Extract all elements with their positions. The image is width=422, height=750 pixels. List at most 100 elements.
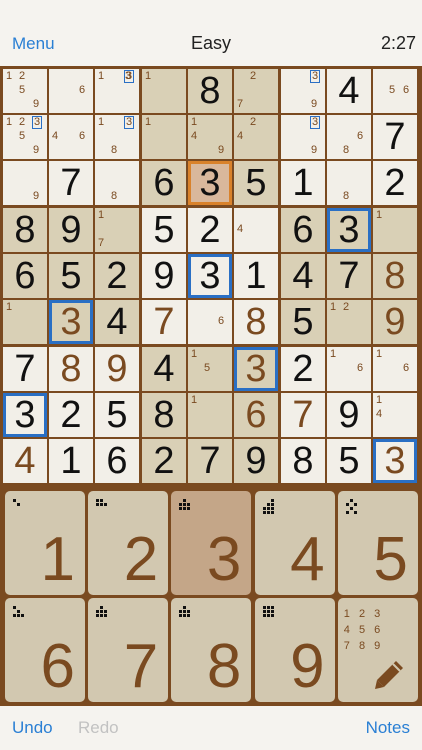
pencil-mark: 2 bbox=[250, 70, 257, 82]
board-cell[interactable]: 3 bbox=[327, 208, 371, 252]
board-cell[interactable]: 7 bbox=[373, 115, 417, 159]
notes-digits: 1 2 3 4 5 6 7 8 9 bbox=[344, 606, 383, 654]
board-cell[interactable]: 2 bbox=[142, 439, 186, 483]
board-cell[interactable]: 4 bbox=[142, 347, 186, 391]
board-cell[interactable]: 7 bbox=[281, 393, 325, 437]
board-cell[interactable]: 3 bbox=[3, 393, 47, 437]
board-cell[interactable]: 9 bbox=[234, 439, 278, 483]
board-cell[interactable]: 6 bbox=[281, 208, 325, 252]
pencil-mark: 4 bbox=[52, 130, 59, 142]
board-cell[interactable]: 7 bbox=[327, 254, 371, 298]
board-cell[interactable]: 15 bbox=[188, 347, 232, 391]
board-cell[interactable]: 12 59 bbox=[3, 69, 47, 113]
board-cell[interactable]: 27 bbox=[234, 69, 278, 113]
board-cell[interactable]: 9 bbox=[373, 300, 417, 344]
board-cell[interactable]: 8 bbox=[142, 393, 186, 437]
board-cell[interactable]: 1 bbox=[3, 300, 47, 344]
board-cell[interactable]: 6 bbox=[3, 254, 47, 298]
board-cell[interactable]: 14 bbox=[373, 393, 417, 437]
board-cell[interactable]: 4 bbox=[327, 69, 371, 113]
board-cell[interactable]: 3 bbox=[373, 439, 417, 483]
board-cell[interactable]: 3 bbox=[49, 300, 93, 344]
board-cell[interactable]: 5 bbox=[327, 439, 371, 483]
number-key-7[interactable]: 7 bbox=[88, 598, 169, 702]
notes-button[interactable]: Notes bbox=[366, 718, 410, 738]
board-cell[interactable]: 8 bbox=[281, 439, 325, 483]
board-cell[interactable]: 5 bbox=[281, 300, 325, 344]
board-cell[interactable]: 2 bbox=[49, 393, 93, 437]
board-cell[interactable]: 9 bbox=[95, 347, 139, 391]
board-cell[interactable]: 7 bbox=[3, 347, 47, 391]
board-cell[interactable]: 7 bbox=[49, 161, 93, 205]
board-cell[interactable]: 4 bbox=[95, 300, 139, 344]
board-cell[interactable]: 6 bbox=[234, 393, 278, 437]
board-cell[interactable]: 3 bbox=[188, 254, 232, 298]
board-cell[interactable]: 1 bbox=[142, 115, 186, 159]
board-cell[interactable]: 6 bbox=[188, 300, 232, 344]
pencil-mark: 9 bbox=[311, 144, 318, 156]
board-cell[interactable]: 1 bbox=[142, 69, 186, 113]
board-cell[interactable]: 8 bbox=[95, 161, 139, 205]
board-cell[interactable]: 46 bbox=[49, 115, 93, 159]
cell-value: 1 bbox=[60, 440, 82, 482]
board-cell[interactable]: 5 bbox=[234, 161, 278, 205]
board-cell[interactable]: 39 bbox=[281, 115, 325, 159]
redo-button[interactable]: Redo bbox=[78, 718, 119, 738]
board-cell[interactable]: 12 59 3 bbox=[3, 115, 47, 159]
board-cell[interactable]: 12 bbox=[327, 300, 371, 344]
number-key-3[interactable]: 3 bbox=[171, 491, 252, 595]
board-cell[interactable]: 8 bbox=[188, 69, 232, 113]
board-cell[interactable]: 7 bbox=[188, 439, 232, 483]
board-cell[interactable]: 2 bbox=[188, 208, 232, 252]
board-cell[interactable]: 39 bbox=[281, 69, 325, 113]
board-cell[interactable]: 6 bbox=[142, 161, 186, 205]
board-cell[interactable]: 133 bbox=[95, 69, 139, 113]
board-cell[interactable]: 1 bbox=[234, 254, 278, 298]
board-cell[interactable]: 16 bbox=[373, 347, 417, 391]
board-cell[interactable]: 1 bbox=[373, 208, 417, 252]
board-cell[interactable]: 17 bbox=[95, 208, 139, 252]
number-key-6[interactable]: 6 bbox=[5, 598, 85, 702]
pencil-mark: 6 bbox=[357, 362, 364, 374]
board-cell[interactable]: 1 bbox=[49, 439, 93, 483]
board-cell[interactable]: 68 bbox=[327, 115, 371, 159]
board-cell[interactable]: 5 bbox=[142, 208, 186, 252]
board-cell[interactable]: 56 bbox=[373, 69, 417, 113]
board-cell[interactable]: 9 bbox=[142, 254, 186, 298]
board-cell[interactable]: 8 bbox=[327, 161, 371, 205]
board-cell[interactable]: 8 bbox=[49, 347, 93, 391]
board-cell[interactable]: 4 bbox=[281, 254, 325, 298]
board-cell[interactable]: 2 bbox=[281, 347, 325, 391]
board-cell[interactable]: 1 bbox=[188, 393, 232, 437]
board-cell[interactable]: 8 bbox=[373, 254, 417, 298]
board-cell[interactable]: 1 4 9 bbox=[188, 115, 232, 159]
board-cell[interactable]: 2 bbox=[95, 254, 139, 298]
board-cell[interactable]: 7 bbox=[142, 300, 186, 344]
board-cell[interactable]: 3 bbox=[234, 347, 278, 391]
board-cell[interactable]: 8 bbox=[234, 300, 278, 344]
board-cell[interactable]: 4 bbox=[3, 439, 47, 483]
board-cell[interactable]: 9 bbox=[327, 393, 371, 437]
board-cell[interactable]: 4 bbox=[234, 208, 278, 252]
board-cell[interactable]: 2 bbox=[373, 161, 417, 205]
board-cell[interactable]: 5 bbox=[49, 254, 93, 298]
board-cell[interactable]: 1 bbox=[281, 161, 325, 205]
board-cell[interactable]: 5 bbox=[95, 393, 139, 437]
board-cell[interactable]: 3 bbox=[188, 161, 232, 205]
number-key-4[interactable]: 4 bbox=[254, 491, 335, 595]
number-key-9[interactable]: 9 bbox=[254, 598, 335, 702]
board-cell[interactable]: 8 bbox=[3, 208, 47, 252]
board-cell[interactable]: 6 bbox=[49, 69, 93, 113]
number-key-1[interactable]: 1 bbox=[5, 491, 85, 595]
board-cell[interactable]: 9 bbox=[49, 208, 93, 252]
board-cell[interactable]: 24 bbox=[234, 115, 278, 159]
notes-key[interactable]: 1 2 3 4 5 6 7 8 9 bbox=[337, 598, 418, 702]
board-cell[interactable]: 6 bbox=[95, 439, 139, 483]
board-cell[interactable]: 16 bbox=[327, 347, 371, 391]
number-key-8[interactable]: 8 bbox=[171, 598, 252, 702]
number-key-5[interactable]: 5 bbox=[337, 491, 418, 595]
board-cell[interactable]: 1 3 8 bbox=[95, 115, 139, 159]
undo-button[interactable]: Undo bbox=[12, 718, 53, 738]
board-cell[interactable]: 9 bbox=[3, 161, 47, 205]
number-key-2[interactable]: 2 bbox=[88, 491, 169, 595]
